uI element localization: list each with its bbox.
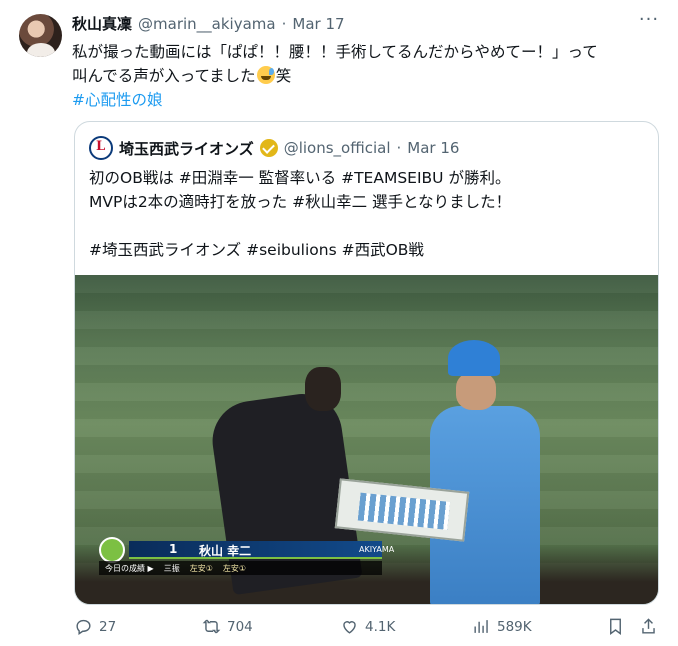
overlay-player-name: 秋山 幸二 (199, 544, 252, 558)
action-bar: 27 704 4.1K 589K (74, 617, 658, 641)
like-count: 4.1K (365, 618, 396, 635)
quoted-text-line: MVPは2本の適時打を放った #秋山幸二 選手となりました！ (89, 193, 512, 211)
quoted-text-line: #埼玉西武ライオンズ #seibulions #西武OB戦 (89, 241, 424, 259)
repost-icon (202, 619, 221, 634)
quoted-text-line: 初のOB戦は #田淵幸一 監督率いる #TEAMSEIBU が勝利。 (89, 169, 511, 187)
broadcast-overlay: 1 秋山 幸二 AKIYAMA 今日の成績 ▶ 三振 左安① 左安① (99, 537, 394, 581)
repost-count: 704 (227, 618, 253, 635)
quoted-tweet-text: 初のOB戦は #田淵幸一 監督率いる #TEAMSEIBU が勝利。 MVPは2… (89, 166, 649, 262)
overlay-result: 三振 (163, 563, 180, 573)
reply-button[interactable]: 27 (74, 617, 116, 636)
quoted-author-name[interactable]: 埼玉西武ライオンズ (119, 138, 254, 159)
tweet-text-line: 私が撮った動画には「ぱぱ！！腰！！手術してるんだからやめてー！」って (72, 43, 598, 61)
separator: · (396, 139, 402, 157)
lions-logo-avatar[interactable] (89, 136, 113, 160)
share-icon (642, 618, 655, 634)
overlay-result: 左安① (189, 563, 213, 573)
more-options-icon[interactable]: ··· (638, 11, 660, 32)
tweet-text-line: 叫んでる声が入ってました 笑 (72, 64, 658, 88)
separator: · (281, 15, 287, 33)
quoted-tweet-header: 埼玉西武ライオンズ @lions_official · Mar 16 (89, 136, 459, 160)
quoted-media-image[interactable]: 1 秋山 幸二 AKIYAMA 今日の成績 ▶ 三振 左安① 左安① (75, 275, 658, 604)
tweet-header: 秋山真凜 @marin__akiyama · Mar 17 (72, 13, 345, 34)
tweet-text-fragment: 叫んでる声が入ってました (72, 67, 256, 85)
bookmark-icon (610, 618, 621, 636)
overlay-player-roman: AKIYAMA (359, 545, 395, 554)
repost-button[interactable]: 704 (202, 617, 253, 636)
quoted-tweet-card[interactable]: 埼玉西武ライオンズ @lions_official · Mar 16 初のOB戦… (74, 121, 659, 605)
overlay-stats: 今日の成績 ▶ 三振 左安① 左安① (99, 561, 382, 575)
quoted-author-handle[interactable]: @lions_official (284, 139, 391, 157)
overlay-bar: 1 秋山 幸二 AKIYAMA (129, 541, 394, 559)
quoted-text-line (89, 214, 649, 238)
overlay-number: 1 (169, 542, 178, 556)
sweat-smile-emoji-icon (256, 66, 275, 84)
heart-icon (343, 621, 356, 634)
overlay-result: 左安① (222, 563, 247, 573)
views-button[interactable]: 589K (472, 617, 532, 636)
bookmark-button[interactable] (606, 617, 625, 636)
tweet-text-fragment: 笑 (275, 67, 292, 85)
team-logo-icon (99, 537, 125, 563)
avatar[interactable] (19, 14, 62, 57)
player-in-uniform (420, 340, 560, 604)
tweet-date[interactable]: Mar 17 (292, 15, 344, 33)
reply-icon (76, 619, 91, 635)
views-count: 589K (497, 618, 532, 635)
verified-badge-icon (259, 139, 278, 157)
like-button[interactable]: 4.1K (340, 617, 395, 636)
quoted-date[interactable]: Mar 16 (407, 139, 459, 157)
tweet-text: 私が撮った動画には「ぱぱ！！腰！！手術してるんだからやめてー！」って 叫んでる声… (72, 40, 658, 112)
share-button[interactable] (639, 617, 658, 636)
reply-count: 27 (99, 618, 117, 635)
overlay-label: 今日の成績 ▶ (105, 563, 154, 573)
views-chart-icon (474, 620, 488, 633)
author-name[interactable]: 秋山真凜 (72, 13, 132, 34)
hashtag-link[interactable]: #心配性の娘 (72, 88, 658, 112)
author-handle[interactable]: @marin__akiyama (138, 15, 276, 33)
